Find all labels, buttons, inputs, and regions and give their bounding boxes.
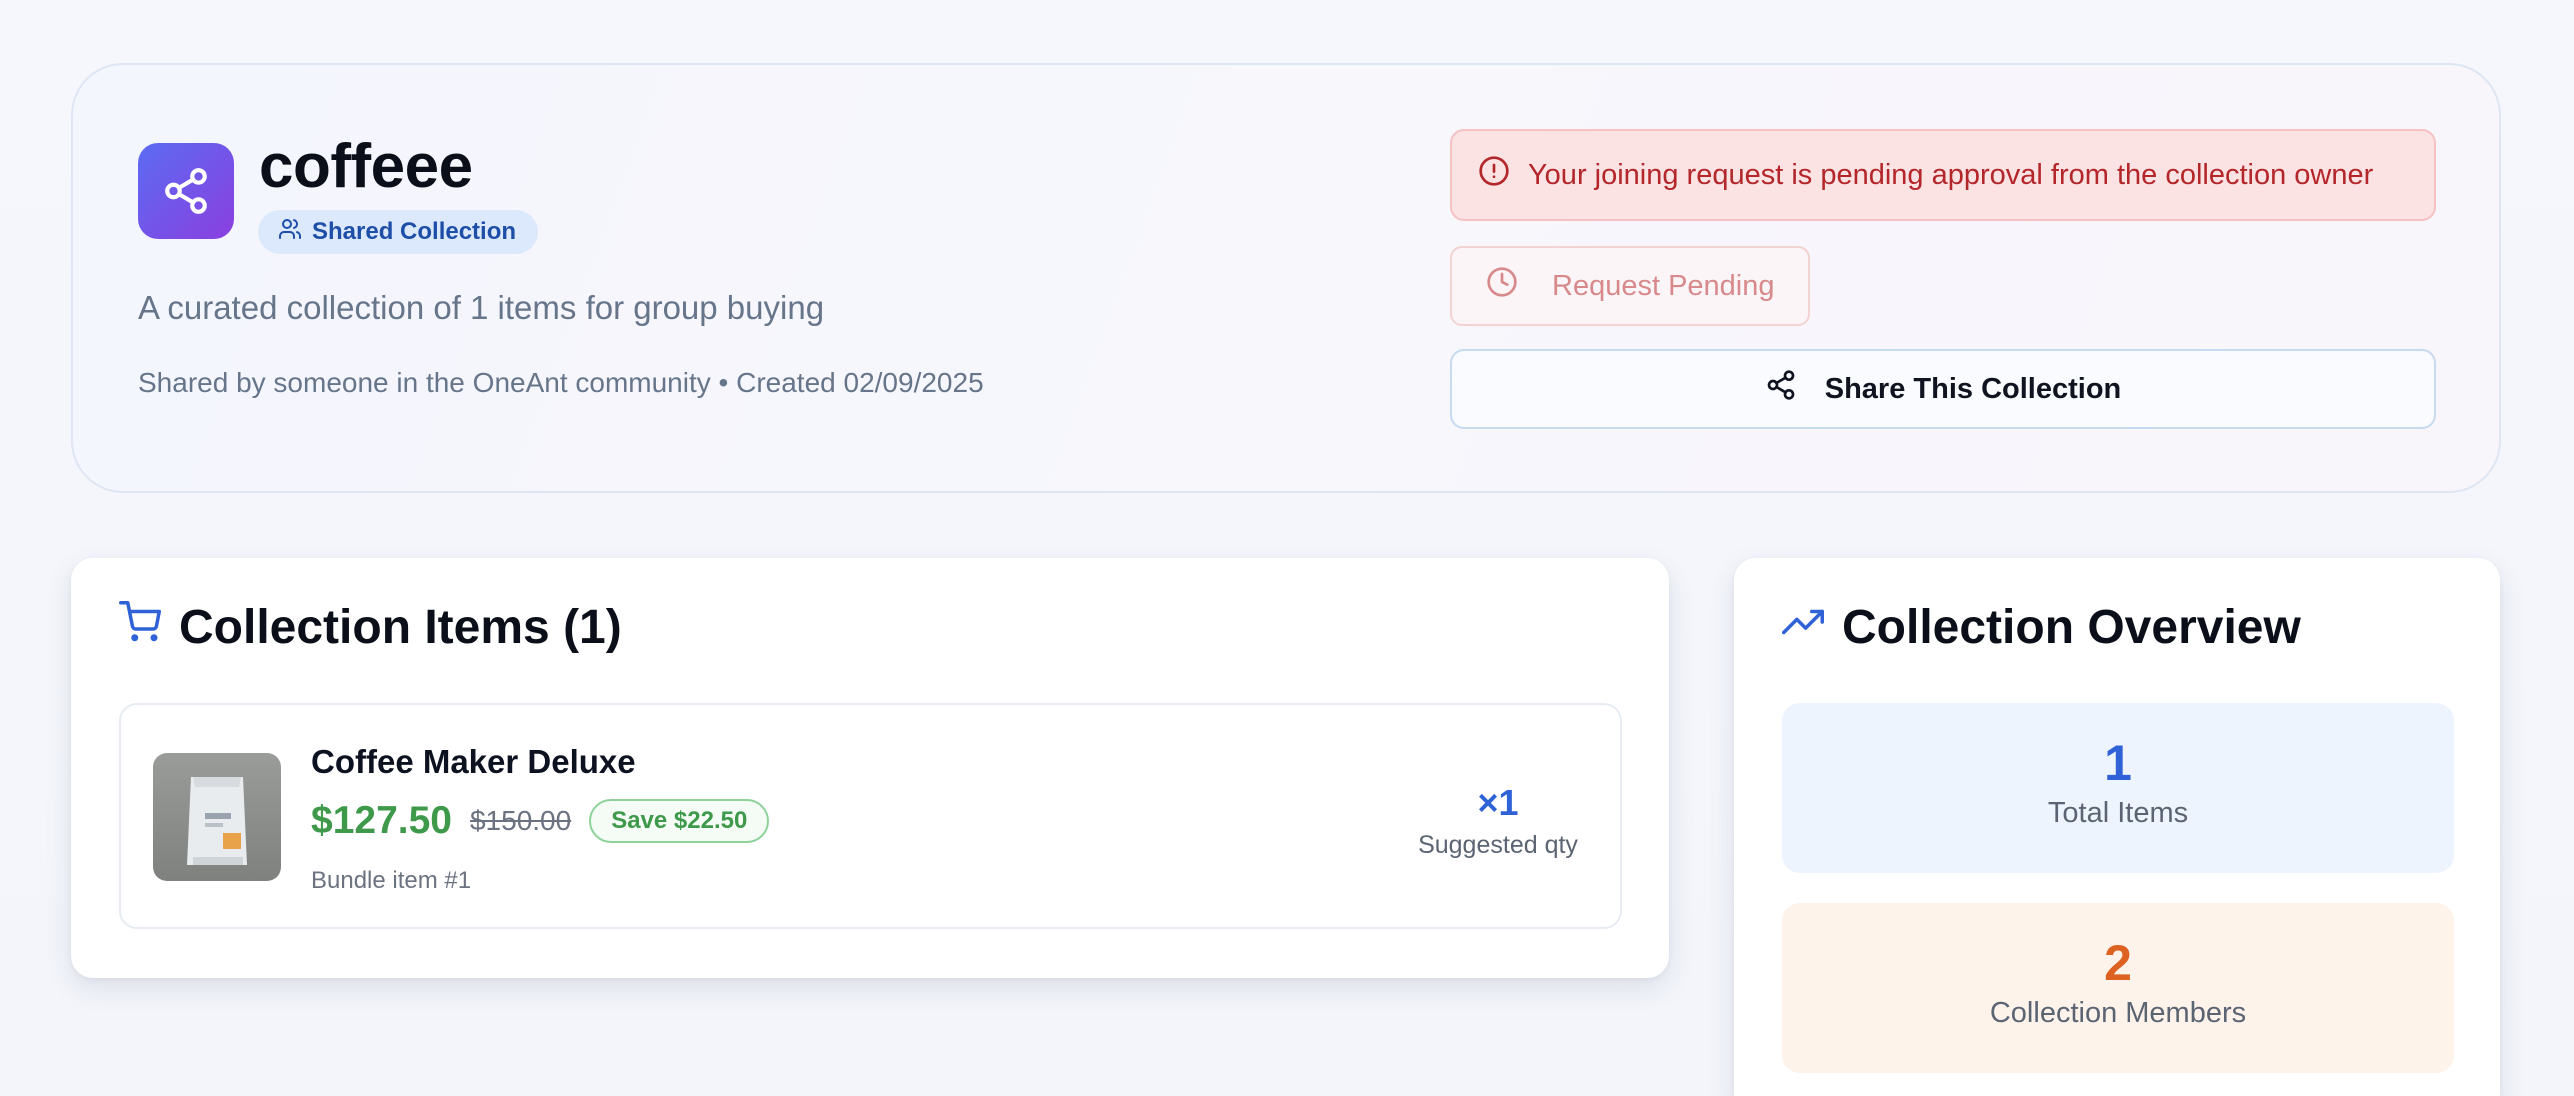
collection-overview-title: Collection Overview (1842, 601, 2301, 654)
share-icon (138, 143, 234, 239)
qty-label: Suggested qty (1418, 831, 1578, 859)
total-items-label: Total Items (2047, 797, 2189, 829)
collection-members-label: Collection Members (1989, 997, 2247, 1029)
bundle-label: Bundle item #1 (311, 867, 472, 894)
trending-up-icon (1782, 600, 1824, 655)
request-pending-button[interactable]: Request Pending (1450, 246, 1810, 326)
share-icon (1765, 369, 1797, 409)
product-image (153, 753, 281, 881)
suggested-qty: ×1 Suggested qty (1408, 781, 1588, 860)
item-price: $127.50 (311, 799, 452, 842)
collection-overview-card: Collection Overview 1 Total Items 2 Coll… (1734, 558, 2500, 1096)
collection-items-title: Collection Items (1) (179, 601, 622, 654)
collection-items-card: Collection Items (1) Coffee Maker Deluxe… (71, 558, 1669, 978)
total-items-stat: 1 Total Items (1782, 703, 2454, 873)
item-original-price: $150.00 (469, 805, 572, 836)
clock-icon (1486, 266, 1518, 306)
users-icon (278, 217, 302, 248)
cart-icon (119, 600, 161, 655)
item-name: Coffee Maker Deluxe (311, 743, 636, 780)
shared-badge-label: Shared Collection (312, 218, 517, 245)
shared-collection-badge: Shared Collection (258, 210, 539, 254)
collection-meta: Shared by someone in the OneAnt communit… (138, 367, 984, 398)
collection-items-heading: Collection Items (1) (119, 600, 622, 655)
alert-text: Your joining request is pending approval… (1528, 158, 2374, 191)
list-item[interactable]: Coffee Maker Deluxe $127.50 $150.00 Save… (119, 703, 1622, 929)
collection-members-value: 2 (2104, 935, 2132, 991)
request-pending-label: Request Pending (1552, 269, 1775, 302)
collection-members-stat: 2 Collection Members (1782, 903, 2454, 1073)
alert-circle-icon (1478, 155, 1510, 195)
collection-header-card: coffeee Shared Collection A curated coll… (71, 63, 2501, 493)
collection-title: coffeee (259, 132, 473, 201)
collection-description: A curated collection of 1 items for grou… (138, 289, 825, 326)
savings-badge: Save $22.50 (589, 799, 770, 843)
pending-approval-alert: Your joining request is pending approval… (1450, 129, 2436, 221)
share-collection-button[interactable]: Share This Collection (1450, 349, 2436, 429)
page: coffeee Shared Collection A curated coll… (0, 0, 2574, 1096)
share-collection-label: Share This Collection (1824, 372, 2122, 405)
price-line: $127.50 $150.00 Save $22.50 (311, 799, 770, 843)
total-items-value: 1 (2104, 735, 2132, 791)
qty-value: ×1 (1477, 782, 1519, 823)
collection-overview-heading: Collection Overview (1782, 600, 2301, 655)
